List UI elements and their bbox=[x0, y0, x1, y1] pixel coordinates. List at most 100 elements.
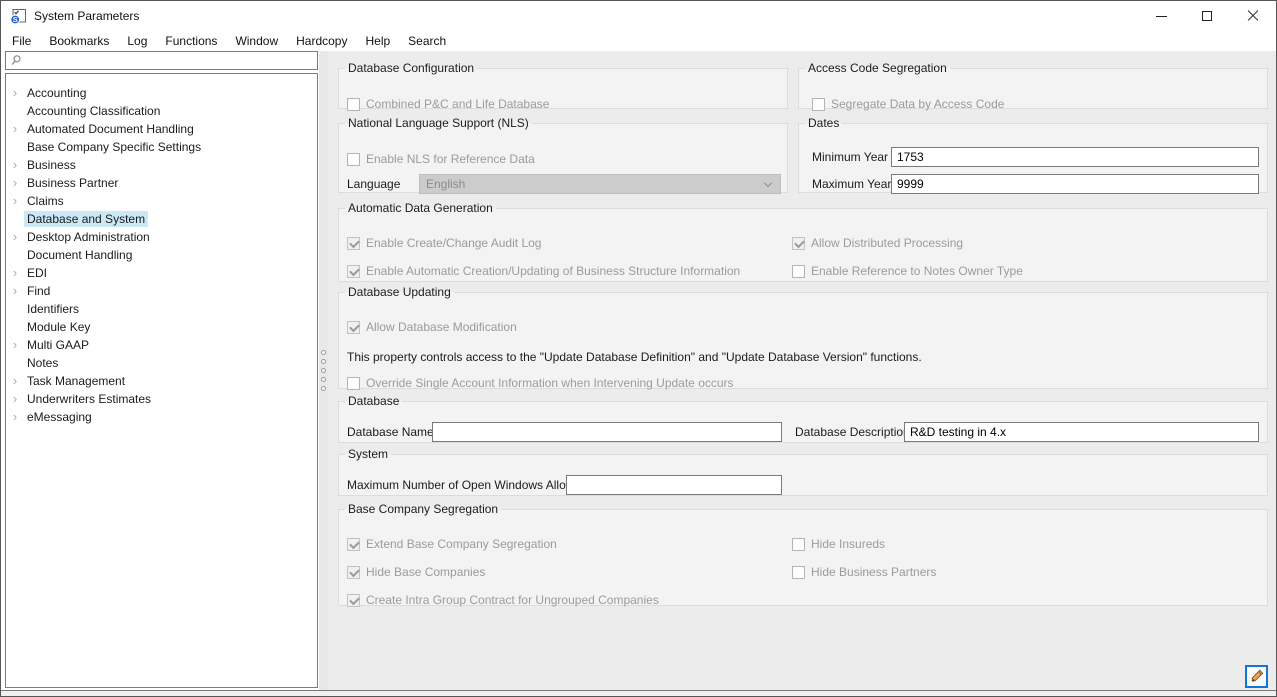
chevron-right-icon[interactable]: › bbox=[6, 336, 24, 354]
close-icon bbox=[1247, 10, 1259, 22]
sidebar-item-identifiers[interactable]: ›Identifiers bbox=[6, 300, 317, 318]
sidebar-item-base-company-specific-settings[interactable]: ›Base Company Specific Settings bbox=[6, 138, 317, 156]
sidebar-item-module-key[interactable]: ›Module Key bbox=[6, 318, 317, 336]
chevron-right-icon[interactable]: › bbox=[6, 372, 24, 390]
menu-search[interactable]: Search bbox=[399, 32, 455, 50]
checkbox-enable-automatic-creation-updating[interactable]: Enable Automatic Creation/Updating of Bu… bbox=[347, 264, 740, 278]
splitter-dot bbox=[321, 386, 326, 391]
chevron-right-icon[interactable]: › bbox=[6, 408, 24, 426]
database-name-label: Database Name bbox=[347, 422, 434, 442]
group-title: National Language Support (NLS) bbox=[345, 116, 532, 130]
maximum-year-input[interactable] bbox=[891, 174, 1259, 194]
splitter-dot bbox=[321, 359, 326, 364]
sidebar-item-document-handling[interactable]: ›Document Handling bbox=[6, 246, 317, 264]
chevron-right-icon[interactable]: › bbox=[6, 282, 24, 300]
checkbox-box[interactable] bbox=[792, 538, 805, 551]
chevron-right-icon[interactable]: › bbox=[6, 84, 24, 102]
checkbox-box[interactable] bbox=[792, 566, 805, 579]
menu-bar: File Bookmarks Log Functions Window Hard… bbox=[1, 31, 1276, 51]
menu-file[interactable]: File bbox=[3, 32, 40, 50]
status-bar bbox=[1, 690, 1276, 697]
sidebar-item-claims[interactable]: ›Claims bbox=[6, 192, 317, 210]
sidebar-item-accounting[interactable]: ›Accounting bbox=[6, 84, 317, 102]
checkbox-allow-database-modification[interactable]: Allow Database Modification bbox=[347, 320, 517, 334]
checkbox-box[interactable] bbox=[347, 594, 360, 607]
chevron-right-icon[interactable]: › bbox=[6, 264, 24, 282]
chevron-right-icon[interactable]: › bbox=[6, 192, 24, 210]
checkbox-allow-distributed-processing[interactable]: Allow Distributed Processing bbox=[792, 236, 963, 250]
maximize-button[interactable] bbox=[1184, 1, 1230, 31]
checkbox-box[interactable] bbox=[792, 237, 805, 250]
checkbox-box[interactable] bbox=[812, 98, 825, 111]
app-window: S System Parameters File Bookmarks Log F… bbox=[0, 0, 1277, 697]
checkbox-hide-base-companies[interactable]: Hide Base Companies bbox=[347, 565, 485, 579]
sidebar-item-edi[interactable]: ›EDI bbox=[6, 264, 317, 282]
checkbox-create-intra-group-contract[interactable]: Create Intra Group Contract for Ungroupe… bbox=[347, 593, 659, 607]
checkbox-enable-nls-for-reference-data[interactable]: Enable NLS for Reference Data bbox=[347, 152, 535, 166]
chevron-right-icon[interactable]: › bbox=[6, 174, 24, 192]
database-name-input[interactable] bbox=[432, 422, 782, 442]
group-dates: Dates Minimum Year Maximum Year bbox=[798, 116, 1268, 193]
sidebar-item-desktop-administration[interactable]: ›Desktop Administration bbox=[6, 228, 317, 246]
close-button[interactable] bbox=[1230, 1, 1276, 31]
group-title: Database Configuration bbox=[345, 61, 477, 75]
checkbox-enable-reference-to-notes-owner-type[interactable]: Enable Reference to Notes Owner Type bbox=[792, 264, 1023, 278]
app-icon: S bbox=[10, 8, 27, 25]
sidebar-item-find[interactable]: ›Find bbox=[6, 282, 317, 300]
checkbox-box[interactable] bbox=[347, 566, 360, 579]
chevron-right-icon[interactable]: › bbox=[6, 120, 24, 138]
title-bar: S System Parameters bbox=[1, 1, 1276, 31]
sidebar-item-underwriters-estimates[interactable]: ›Underwriters Estimates bbox=[6, 390, 317, 408]
chevron-right-icon[interactable]: › bbox=[6, 390, 24, 408]
checkbox-override-single-account-information[interactable]: Override Single Account Information when… bbox=[347, 376, 734, 390]
group-base-company-segregation: Base Company Segregation Extend Base Com… bbox=[338, 502, 1268, 606]
database-updating-note: This property controls access to the "Up… bbox=[347, 350, 922, 364]
checkbox-box[interactable] bbox=[792, 265, 805, 278]
sidebar-item-notes[interactable]: ›Notes bbox=[6, 354, 317, 372]
sidebar-item-business[interactable]: ›Business bbox=[6, 156, 317, 174]
sidebar-item-accounting-classification[interactable]: ›Accounting Classification bbox=[6, 102, 317, 120]
search-input[interactable] bbox=[26, 52, 315, 69]
sidebar-item-business-partner[interactable]: ›Business Partner bbox=[6, 174, 317, 192]
svg-text:S: S bbox=[13, 15, 18, 24]
checkbox-box[interactable] bbox=[347, 321, 360, 334]
magnifier-icon bbox=[10, 54, 23, 68]
checkbox-segregate-data-by-access-code[interactable]: Segregate Data by Access Code bbox=[812, 97, 1004, 111]
menu-bookmarks[interactable]: Bookmarks bbox=[40, 32, 118, 50]
max-open-windows-input[interactable] bbox=[566, 475, 782, 495]
database-description-input[interactable] bbox=[904, 422, 1259, 442]
minimize-button[interactable] bbox=[1138, 1, 1184, 31]
checkbox-box[interactable] bbox=[347, 538, 360, 551]
menu-hardcopy[interactable]: Hardcopy bbox=[287, 32, 356, 50]
checkbox-box[interactable] bbox=[347, 153, 360, 166]
minimum-year-input[interactable] bbox=[891, 147, 1259, 167]
menu-window[interactable]: Window bbox=[226, 32, 287, 50]
group-title: Base Company Segregation bbox=[345, 502, 501, 516]
window-title: System Parameters bbox=[34, 9, 139, 23]
checkbox-box[interactable] bbox=[347, 377, 360, 390]
checkbox-enable-create-change-audit-log[interactable]: Enable Create/Change Audit Log bbox=[347, 236, 541, 250]
checkbox-box[interactable] bbox=[347, 98, 360, 111]
checkbox-hide-insureds[interactable]: Hide Insureds bbox=[792, 537, 885, 551]
chevron-right-icon[interactable]: › bbox=[6, 228, 24, 246]
menu-functions[interactable]: Functions bbox=[156, 32, 226, 50]
sidebar-item-automated-document-handling[interactable]: ›Automated Document Handling bbox=[6, 120, 317, 138]
menu-log[interactable]: Log bbox=[118, 32, 156, 50]
edit-mode-button[interactable] bbox=[1245, 665, 1268, 688]
language-dropdown[interactable]: English bbox=[419, 174, 781, 194]
maximum-year-label: Maximum Year bbox=[812, 174, 891, 194]
checkbox-hide-business-partners[interactable]: Hide Business Partners bbox=[792, 565, 936, 579]
group-national-language-support: National Language Support (NLS) Enable N… bbox=[338, 116, 788, 193]
checkbox-box[interactable] bbox=[347, 265, 360, 278]
checkbox-combined-pc-and-life-database[interactable]: Combined P&C and Life Database bbox=[347, 97, 549, 111]
group-title: Dates bbox=[805, 116, 842, 130]
checkbox-extend-base-company-segregation[interactable]: Extend Base Company Segregation bbox=[347, 537, 557, 551]
sidebar-item-multi-gaap[interactable]: ›Multi GAAP bbox=[6, 336, 317, 354]
checkbox-box[interactable] bbox=[347, 237, 360, 250]
sidebar-item-task-management[interactable]: ›Task Management bbox=[6, 372, 317, 390]
chevron-right-icon[interactable]: › bbox=[6, 156, 24, 174]
splitter-handle[interactable] bbox=[319, 51, 328, 690]
sidebar-item-emessaging[interactable]: ›eMessaging bbox=[6, 408, 317, 426]
sidebar-item-database-and-system[interactable]: ›Database and System bbox=[6, 210, 317, 228]
menu-help[interactable]: Help bbox=[356, 32, 399, 50]
